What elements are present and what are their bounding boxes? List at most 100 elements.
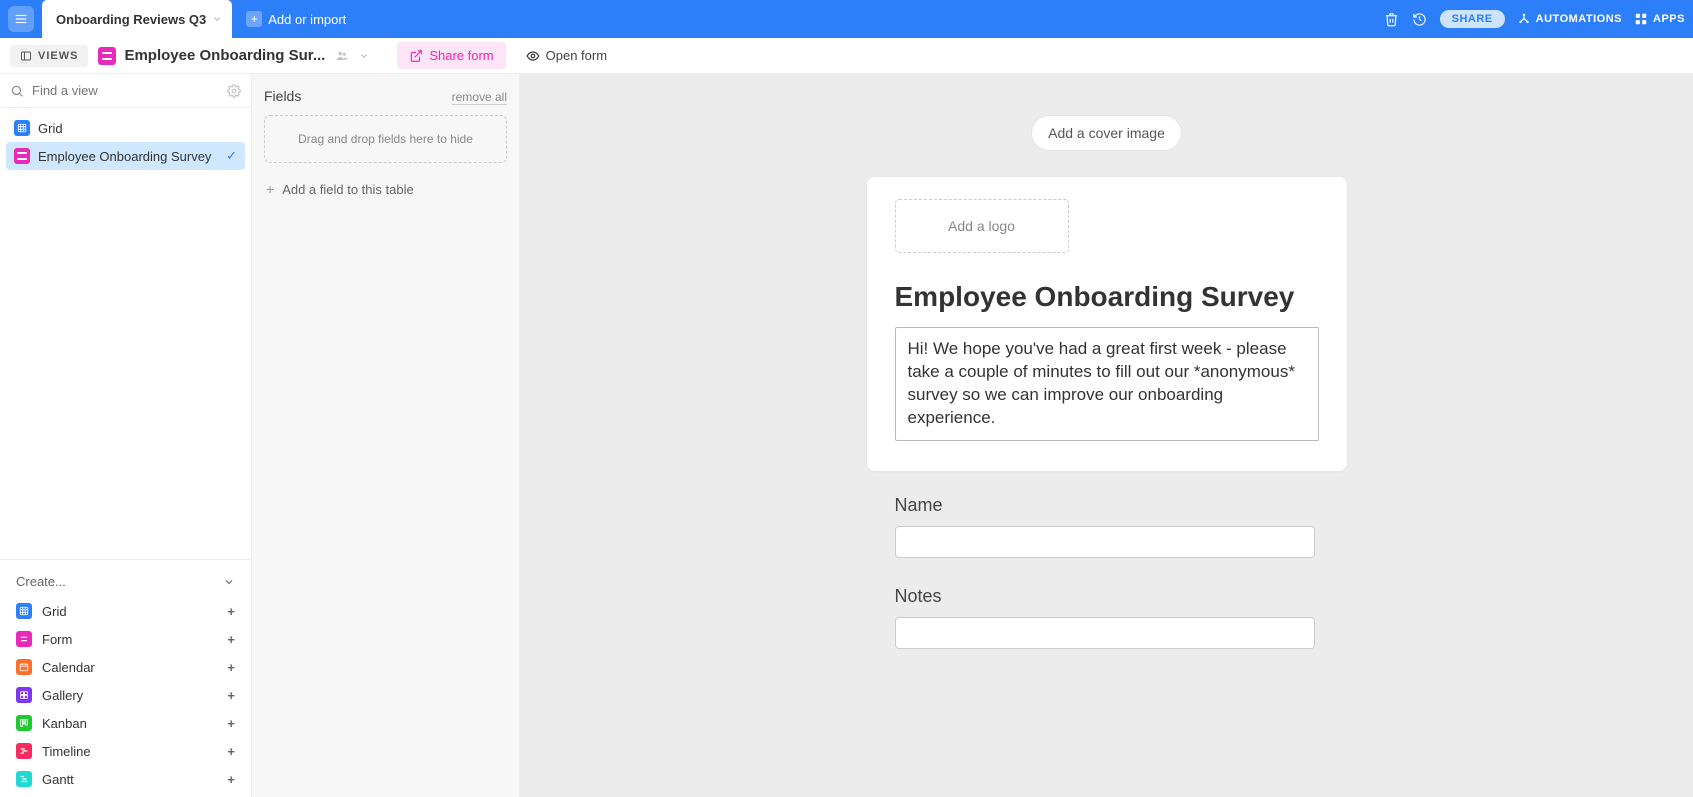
apps-label: APPS (1653, 13, 1685, 25)
check-icon: ✓ (226, 148, 237, 164)
history-icon (1412, 12, 1427, 27)
views-toggle-button[interactable]: VIEWS (10, 45, 88, 67)
views-toggle-label: VIEWS (38, 50, 78, 62)
create-view-section: Create... Grid+Form+Calendar+Gallery+Kan… (0, 559, 251, 797)
kanban-icon (16, 715, 32, 731)
current-view-title[interactable]: Employee Onboarding Sur... (98, 47, 369, 65)
view-search-input[interactable] (30, 82, 221, 99)
plus-icon: + (227, 632, 235, 647)
view-item-form[interactable]: Employee Onboarding Survey ✓ (6, 142, 245, 170)
sidebar-icon (20, 50, 32, 62)
plus-icon: + (246, 11, 262, 27)
create-kanban-button[interactable]: Kanban + (8, 709, 243, 737)
view-settings-button[interactable] (227, 84, 241, 98)
chevron-down-icon (212, 14, 222, 24)
base-tab-label: Onboarding Reviews Q3 (56, 12, 206, 27)
create-option-label: Gallery (42, 688, 83, 703)
plus-icon: + (266, 181, 274, 197)
plus-icon: + (227, 716, 235, 731)
create-view-list: Grid+Form+Calendar+Gallery+Kanban+Timeli… (8, 597, 243, 793)
form-title[interactable]: Employee Onboarding Survey (895, 281, 1319, 313)
trash-button[interactable] (1384, 11, 1400, 27)
add-field-label: Add a field to this table (282, 182, 414, 197)
fields-panel: Fields remove all Drag and drop fields h… (252, 74, 520, 797)
plus-icon: + (227, 604, 235, 619)
hamburger-icon (14, 12, 28, 26)
cover-image-area: Add a cover image (520, 74, 1693, 259)
view-toolbar: VIEWS Employee Onboarding Sur... Share f… (0, 38, 1693, 74)
view-item-label: Grid (38, 121, 63, 136)
form-question[interactable]: Notes (867, 586, 1347, 649)
create-form-button[interactable]: Form + (8, 625, 243, 653)
calendar-icon (16, 659, 32, 675)
create-calendar-button[interactable]: Calendar + (8, 653, 243, 681)
plus-icon: + (227, 744, 235, 759)
open-form-button[interactable]: Open form (516, 42, 617, 69)
add-field-button[interactable]: + Add a field to this table (264, 177, 507, 201)
create-view-label: Create... (16, 574, 66, 589)
grid-icon (16, 603, 32, 619)
plus-icon: + (227, 660, 235, 675)
base-tab[interactable]: Onboarding Reviews Q3 (42, 0, 232, 38)
external-link-icon (409, 49, 423, 63)
chevron-down-icon (223, 576, 235, 588)
plus-icon: + (227, 688, 235, 703)
view-menu-chevron-icon[interactable] (359, 51, 369, 61)
create-view-header[interactable]: Create... (8, 570, 243, 597)
main-area: Grid Employee Onboarding Survey ✓ Create..… (0, 74, 1693, 797)
create-grid-button[interactable]: Grid + (8, 597, 243, 625)
question-label: Name (895, 495, 1319, 516)
add-cover-image-button[interactable]: Add a cover image (1032, 116, 1181, 150)
views-sidebar: Grid Employee Onboarding Survey ✓ Create..… (0, 74, 252, 797)
open-form-label: Open form (546, 48, 607, 63)
top-app-bar: Onboarding Reviews Q3 + Add or import SH… (0, 0, 1693, 38)
remove-all-button[interactable]: remove all (452, 90, 507, 105)
create-option-label: Kanban (42, 716, 87, 731)
create-option-label: Timeline (42, 744, 91, 759)
automations-button[interactable]: AUTOMATIONS (1517, 12, 1622, 26)
view-item-label: Employee Onboarding Survey (38, 149, 211, 164)
gallery-icon (16, 687, 32, 703)
grid-view-icon (14, 120, 30, 136)
automations-icon (1517, 12, 1531, 26)
form-view-icon (14, 148, 30, 164)
form-view-icon (98, 47, 116, 65)
form-icon (16, 631, 32, 647)
create-option-label: Form (42, 632, 72, 647)
plus-icon: + (227, 772, 235, 787)
trash-icon (1384, 12, 1399, 27)
gantt-icon (16, 771, 32, 787)
create-gantt-button[interactable]: Gantt + (8, 765, 243, 793)
collaborators-icon[interactable] (333, 49, 351, 63)
add-or-import-button[interactable]: + Add or import (246, 11, 346, 27)
view-item-grid[interactable]: Grid (6, 114, 245, 142)
view-list: Grid Employee Onboarding Survey ✓ (0, 108, 251, 176)
question-label: Notes (895, 586, 1319, 607)
eye-icon (526, 49, 540, 63)
share-form-button[interactable]: Share form (397, 42, 505, 69)
add-or-import-label: Add or import (268, 12, 346, 27)
create-option-label: Grid (42, 604, 67, 619)
menu-button[interactable] (8, 6, 34, 32)
create-option-label: Gantt (42, 772, 74, 787)
apps-button[interactable]: APPS (1634, 12, 1685, 26)
question-input[interactable] (895, 617, 1315, 649)
automations-label: AUTOMATIONS (1536, 13, 1622, 25)
form-canvas: Add a cover image Add a logo Employee On… (520, 74, 1693, 797)
question-input[interactable] (895, 526, 1315, 558)
form-description-input[interactable]: Hi! We hope you've had a great first wee… (895, 327, 1319, 441)
create-option-label: Calendar (42, 660, 95, 675)
create-timeline-button[interactable]: Timeline + (8, 737, 243, 765)
fields-dropzone[interactable]: Drag and drop fields here to hide (264, 115, 507, 163)
view-search-row (0, 74, 251, 108)
form-question[interactable]: Name (867, 495, 1347, 558)
create-gallery-button[interactable]: Gallery + (8, 681, 243, 709)
top-right-actions: SHARE AUTOMATIONS APPS (1384, 10, 1685, 28)
share-button[interactable]: SHARE (1440, 10, 1505, 28)
current-view-label: Employee Onboarding Sur... (124, 47, 325, 64)
timeline-icon (16, 743, 32, 759)
apps-icon (1634, 12, 1648, 26)
form-questions: Name Notes (520, 495, 1693, 649)
history-button[interactable] (1412, 11, 1428, 27)
search-icon (10, 84, 24, 98)
